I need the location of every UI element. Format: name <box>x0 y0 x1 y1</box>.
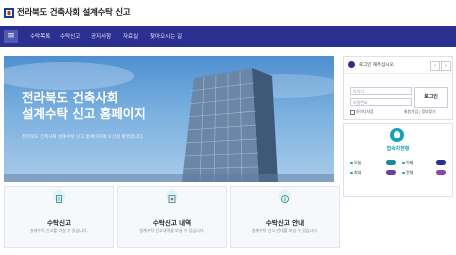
nav-item-archive[interactable]: 자료실 <box>123 32 138 40</box>
visitor-stats-panel: 접속자현황 오늘 어제 최대 전체 <box>343 123 453 197</box>
card-title: 수탁신고 안내 <box>265 219 305 227</box>
stat-label: 전체 <box>406 170 414 175</box>
card-desc: 설계수탁 신고 안내를 보실 수 있습니다. <box>251 228 319 233</box>
login-header: 로그인 해주십시오. ‹ › <box>344 57 452 74</box>
stat-max: 최대 <box>350 170 361 176</box>
card-history[interactable]: 수탁신고 내역 설계수탁 신고내역을 보실 수 있습니다. <box>117 186 227 248</box>
stat-label: 어제 <box>406 160 414 165</box>
hero-title: 전라북도 건축사회 설계수탁 신고 홈페이지 <box>22 90 146 122</box>
stat-pill <box>386 170 396 175</box>
logo-emblem-icon[interactable] <box>4 7 14 19</box>
login-header-text: 로그인 해주십시오. <box>359 63 395 68</box>
nav-item-notice[interactable]: 공지사항 <box>91 32 111 40</box>
hero-title-line2: 설계수탁 신고 홈페이지 <box>22 106 146 121</box>
card-title: 수탁신고 내역 <box>152 219 192 227</box>
card-desc: 설계수탁 신고내역을 보실 수 있습니다. <box>139 228 205 233</box>
stat-pill <box>386 160 396 165</box>
nav-item-directions[interactable]: 찾아오시는 길 <box>150 32 182 40</box>
password-field[interactable]: 비밀번호 <box>350 98 412 106</box>
hero-subtitle: 전라북도 건축사회 설계수탁 신고 홈페이지에 오신걸 환영합니다. <box>22 135 144 140</box>
login-panel: 로그인 해주십시오. ‹ › 아이디 비밀번호 로그인 아이디저장 회원가입 |… <box>343 56 453 120</box>
hero-title-line1: 전라북도 건축사회 <box>22 90 119 105</box>
user-icon <box>348 61 355 68</box>
stat-today: 오늘 <box>350 160 361 166</box>
id-field[interactable]: 아이디 <box>350 87 412 95</box>
login-button[interactable]: 로그인 <box>414 87 448 108</box>
site-title[interactable]: 전라북도 건축사회 설계수탁 신고 <box>17 6 131 18</box>
main-nav: ≡ 수탁목록 수탁신고 공지사항 자료실 찾아오시는 길 <box>0 26 456 47</box>
card-guide[interactable]: 수탁신고 안내 설계수탁 신고 안내를 보실 수 있습니다. <box>230 186 340 248</box>
save-id-label: 아이디저장 <box>356 109 374 114</box>
hero-banner: 전라북도 건축사회 설계수탁 신고 홈페이지 전라북도 건축사회 설계수탁 신고… <box>4 56 334 182</box>
list-icon <box>166 190 178 203</box>
site-header: 전라북도 건축사회 설계수탁 신고 <box>0 0 456 26</box>
stat-label: 오늘 <box>354 160 362 165</box>
save-id-checkbox[interactable]: 아이디저장 <box>350 109 373 115</box>
document-icon <box>53 190 65 203</box>
next-arrow-icon[interactable]: › <box>441 61 451 71</box>
stat-pill <box>436 170 446 175</box>
card-report[interactable]: 수탁신고 설계수탁 신고를 하실 수 있습니다. <box>4 186 114 248</box>
nav-item-list[interactable]: 수탁목록 <box>30 32 50 40</box>
visitor-stats-title: 접속자현황 <box>386 146 410 152</box>
stat-pill <box>436 160 446 165</box>
find-links[interactable]: 회원가입 | 정보찾기 <box>404 109 436 115</box>
checkbox-icon[interactable] <box>350 109 355 115</box>
stat-total: 전체 <box>402 170 413 176</box>
card-desc: 설계수탁 신고를 하실 수 있습니다. <box>30 228 88 233</box>
prev-arrow-icon[interactable]: ‹ <box>430 61 440 71</box>
stat-yesterday: 어제 <box>402 160 413 166</box>
card-title: 수탁신고 <box>47 219 71 227</box>
hamburger-menu-icon[interactable]: ≡ <box>4 30 18 43</box>
user-stats-icon <box>390 128 404 142</box>
nav-item-report[interactable]: 수탁신고 <box>60 32 80 40</box>
stat-label: 최대 <box>354 170 362 175</box>
info-icon <box>279 190 291 203</box>
